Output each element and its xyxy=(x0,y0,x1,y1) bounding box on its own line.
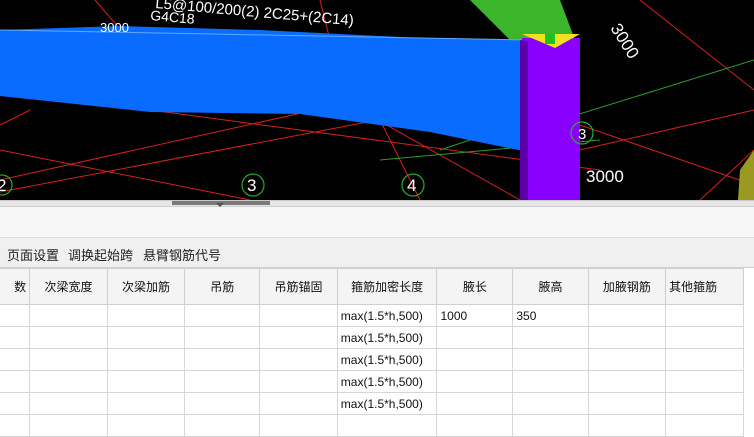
table-cell[interactable] xyxy=(587,348,667,371)
axis-marker-label: 3 xyxy=(247,176,256,195)
table-header-row: 数 次梁宽度 次梁加筋 吊筋 吊筋锚固 箍筋加密长度 腋长 腋高 加腋钢筋 其他… xyxy=(0,268,744,305)
table-cell[interactable] xyxy=(106,392,186,415)
column-header[interactable]: 次梁加筋 xyxy=(106,268,186,305)
table-cell[interactable] xyxy=(665,348,744,371)
table-cell[interactable] xyxy=(0,392,31,415)
table-cell[interactable] xyxy=(665,304,744,327)
table-cell[interactable] xyxy=(184,304,261,327)
page-setup-button[interactable]: 页面设置 xyxy=(7,245,59,264)
table-cell[interactable]: max(1.5*h,500) xyxy=(336,370,438,393)
column-header[interactable]: 次梁宽度 xyxy=(29,268,108,305)
table-cell[interactable] xyxy=(184,392,261,415)
panel-splitter[interactable] xyxy=(0,200,754,207)
table-cell[interactable] xyxy=(29,304,108,327)
table-cell[interactable] xyxy=(512,348,589,371)
table-cell[interactable]: max(1.5*h,500) xyxy=(336,392,438,415)
table-cell[interactable] xyxy=(0,304,31,327)
table-cell[interactable] xyxy=(29,414,108,437)
table-cell[interactable] xyxy=(29,370,108,393)
table-cell[interactable] xyxy=(106,348,186,371)
table-cell[interactable] xyxy=(512,392,589,415)
table-cell[interactable]: 350 xyxy=(512,304,589,327)
table-cell[interactable] xyxy=(106,326,186,349)
table-cell[interactable] xyxy=(587,414,667,437)
table-cell[interactable] xyxy=(0,370,31,393)
swap-start-span-button[interactable]: 调换起始跨 xyxy=(68,245,133,264)
column-header[interactable]: 加腋钢筋 xyxy=(587,268,667,305)
table-toolbar: 页面设置 调换起始跨 悬臂钢筋代号 xyxy=(0,237,754,268)
table-cell[interactable] xyxy=(184,348,261,371)
dimension-text: 3000 xyxy=(100,20,129,35)
beam-3d[interactable] xyxy=(0,26,528,152)
table-cell[interactable] xyxy=(512,326,589,349)
table-cell[interactable] xyxy=(512,414,589,437)
table-cell[interactable] xyxy=(259,348,338,371)
column-3d[interactable] xyxy=(522,38,580,200)
table-cell[interactable] xyxy=(336,414,438,437)
table-cell[interactable] xyxy=(436,348,514,371)
table-row: max(1.5*h,500) 1000 350 xyxy=(0,304,744,327)
table-cell[interactable] xyxy=(587,392,667,415)
table-cell[interactable] xyxy=(29,392,108,415)
table-cell[interactable] xyxy=(665,414,744,437)
dimension-text: 3000 xyxy=(607,20,643,62)
table-row xyxy=(0,414,744,437)
table-cell[interactable] xyxy=(665,370,744,393)
column-header[interactable]: 数 xyxy=(0,268,31,305)
table-row: max(1.5*h,500) xyxy=(0,326,744,349)
table-cell[interactable] xyxy=(184,326,261,349)
table-cell[interactable] xyxy=(106,304,186,327)
table-cell[interactable] xyxy=(29,326,108,349)
table-cell[interactable] xyxy=(259,392,338,415)
table-cell[interactable] xyxy=(0,414,31,437)
table-cell[interactable] xyxy=(587,326,667,349)
table-cell[interactable] xyxy=(587,370,667,393)
cantilever-rebar-code-button[interactable]: 悬臂钢筋代号 xyxy=(143,245,221,264)
table-body: max(1.5*h,500) 1000 350 max(1.5*h,500) max(1… xyxy=(0,304,744,437)
table-cell[interactable] xyxy=(259,326,338,349)
scene-canvas: 2 3 4 3 L5@100/200(2) 2C25+(2C14) G4C18 … xyxy=(0,0,754,200)
table-cell[interactable] xyxy=(665,392,744,415)
table-cell[interactable] xyxy=(0,348,31,371)
table-cell[interactable] xyxy=(259,370,338,393)
table-cell[interactable]: max(1.5*h,500) xyxy=(336,304,438,327)
table-cell[interactable]: 1000 xyxy=(436,304,514,327)
table-cell[interactable] xyxy=(106,370,186,393)
table-row: max(1.5*h,500) xyxy=(0,348,744,371)
column-header[interactable]: 腋长 xyxy=(436,268,514,305)
table-cell[interactable]: max(1.5*h,500) xyxy=(336,326,438,349)
column-header[interactable]: 其他箍筋 xyxy=(665,268,744,305)
3d-viewport[interactable]: 2 3 4 3 L5@100/200(2) 2C25+(2C14) G4C18 … xyxy=(0,0,754,200)
dimension-text: 3000 xyxy=(586,167,624,186)
table-cell[interactable] xyxy=(259,304,338,327)
table-cell[interactable] xyxy=(184,414,261,437)
axis-marker-label: 2 xyxy=(0,176,6,195)
table-cell[interactable] xyxy=(184,370,261,393)
table-cell[interactable]: max(1.5*h,500) xyxy=(336,348,438,371)
table-cell[interactable] xyxy=(29,348,108,371)
table-cell[interactable] xyxy=(436,326,514,349)
table-cell[interactable] xyxy=(0,326,31,349)
table-cell[interactable] xyxy=(259,414,338,437)
table-cell[interactable] xyxy=(436,414,514,437)
column-header[interactable]: 腋高 xyxy=(512,268,589,305)
axis-marker-label: 3 xyxy=(578,126,586,143)
column-header[interactable]: 吊筋 xyxy=(184,268,261,305)
column-header[interactable]: 箍筋加密长度 xyxy=(336,268,438,305)
table-row: max(1.5*h,500) xyxy=(0,392,744,415)
axis-marker-label: 4 xyxy=(407,176,416,195)
panel-gap xyxy=(0,207,754,237)
table-cell[interactable] xyxy=(436,392,514,415)
table-cell[interactable] xyxy=(106,414,186,437)
column-header[interactable]: 吊筋锚固 xyxy=(259,268,338,305)
beam-annotation: G4C18 xyxy=(150,7,196,27)
table-cell[interactable] xyxy=(587,304,667,327)
table-cell[interactable] xyxy=(436,370,514,393)
table-row: max(1.5*h,500) xyxy=(0,370,744,393)
table-cell[interactable] xyxy=(665,326,744,349)
table-cell[interactable] xyxy=(512,370,589,393)
